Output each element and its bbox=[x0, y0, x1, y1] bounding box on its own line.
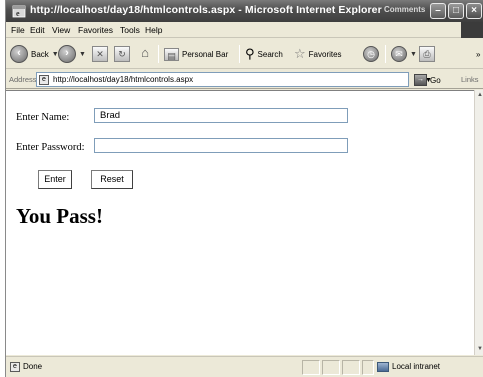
scroll-down-icon[interactable]: ▼ bbox=[476, 345, 483, 354]
home-icon: ⌂ bbox=[141, 45, 149, 60]
local-intranet-icon bbox=[377, 362, 389, 372]
links-label[interactable]: Links bbox=[461, 75, 479, 84]
favorites-label: Favorites bbox=[308, 49, 342, 59]
status-pane bbox=[322, 360, 340, 375]
print-icon: ⎙ bbox=[419, 46, 435, 62]
menu-view[interactable]: View bbox=[52, 25, 70, 35]
menu-tools[interactable]: Tools bbox=[120, 25, 140, 35]
forward-dropdown-icon[interactable]: ▼ bbox=[79, 51, 86, 58]
history-icon: ◷ bbox=[363, 46, 379, 62]
mail-button[interactable]: ✉ ▼ bbox=[391, 44, 417, 64]
personal-bar-button[interactable]: ▤ Personal Bar bbox=[164, 44, 228, 64]
go-label: Go bbox=[430, 75, 441, 85]
menu-file[interactable]: File bbox=[11, 25, 25, 35]
toolbar-separator bbox=[239, 45, 240, 63]
back-arrow-icon: ‹ bbox=[10, 45, 28, 63]
password-label: Enter Password: bbox=[16, 142, 85, 153]
security-zone-label: Local intranet bbox=[392, 362, 441, 371]
personal-bar-icon: ▤ bbox=[164, 47, 179, 61]
menu-bar: File Edit View Favorites Tools Help bbox=[6, 22, 483, 38]
title-bar: e http://localhost/day18/htmlcontrols.as… bbox=[6, 0, 483, 22]
favorites-star-icon: ☆ bbox=[294, 46, 306, 61]
maximize-button[interactable]: □ bbox=[448, 3, 464, 19]
go-arrow-icon: → bbox=[414, 74, 427, 86]
mail-icon: ✉ bbox=[391, 46, 407, 62]
address-label: Address bbox=[9, 75, 37, 84]
close-button[interactable]: × bbox=[466, 3, 482, 19]
search-icon: ⚲ bbox=[245, 46, 255, 61]
address-url[interactable]: http://localhost/day18/htmlcontrols.aspx bbox=[53, 75, 193, 84]
scroll-up-icon[interactable]: ▲ bbox=[476, 91, 483, 100]
password-input[interactable] bbox=[94, 138, 348, 153]
standard-toolbar: ‹ Back ▼ › ▼ ✕ ↻ ⌂ ▤ Personal Bar ⚲ Sear… bbox=[6, 39, 483, 69]
toolbar-separator bbox=[385, 45, 386, 63]
search-label: Search bbox=[257, 49, 283, 59]
forward-arrow-icon: › bbox=[58, 45, 76, 63]
status-pane bbox=[302, 360, 320, 375]
status-pane bbox=[342, 360, 360, 375]
status-pane bbox=[362, 360, 374, 375]
browser-window: e http://localhost/day18/htmlcontrols.as… bbox=[5, 0, 483, 377]
forward-button[interactable]: › ▼ bbox=[58, 44, 86, 64]
toolbar-separator bbox=[158, 45, 159, 63]
status-text: Done bbox=[23, 362, 43, 371]
home-button[interactable]: ⌂ bbox=[137, 44, 153, 64]
refresh-icon: ↻ bbox=[114, 46, 130, 62]
search-button[interactable]: ⚲ Search bbox=[245, 44, 283, 64]
minimize-button[interactable]: – bbox=[430, 3, 446, 19]
windows-flag-icon bbox=[461, 22, 483, 38]
address-input[interactable]: e http://localhost/day18/htmlcontrols.as… bbox=[36, 72, 432, 87]
status-bar: e Done Local intranet bbox=[6, 356, 483, 377]
result-message: You Pass! bbox=[16, 204, 103, 228]
page-done-icon: e bbox=[10, 362, 20, 372]
page-icon: e bbox=[39, 75, 49, 85]
history-button[interactable]: ◷ bbox=[363, 44, 379, 64]
go-button[interactable]: → Go bbox=[414, 73, 441, 87]
svg-text:e: e bbox=[16, 9, 20, 18]
reset-button[interactable]: Reset bbox=[91, 170, 133, 189]
vertical-scrollbar[interactable]: ▲ ▼ bbox=[474, 90, 483, 355]
name-input[interactable] bbox=[94, 108, 348, 123]
back-button[interactable]: ‹ Back ▼ bbox=[10, 44, 59, 64]
chevron-right-icon: » bbox=[476, 49, 481, 59]
name-label: Enter Name: bbox=[16, 112, 70, 123]
favorites-button[interactable]: ☆ Favorites bbox=[294, 44, 342, 64]
back-label: Back bbox=[31, 49, 49, 59]
refresh-button[interactable]: ↻ bbox=[114, 44, 130, 64]
print-button[interactable]: ⎙ bbox=[419, 44, 435, 64]
internet-explorer-icon: e bbox=[12, 5, 26, 18]
page-content: Enter Name: Enter Password: Enter Reset … bbox=[6, 90, 474, 355]
mail-dropdown-icon[interactable]: ▼ bbox=[410, 51, 417, 58]
enter-button[interactable]: Enter bbox=[38, 170, 72, 189]
toolbar-chevron[interactable]: » bbox=[476, 44, 480, 64]
stop-button[interactable]: ✕ bbox=[92, 44, 108, 64]
stop-icon: ✕ bbox=[92, 46, 108, 62]
personal-bar-label: Personal Bar bbox=[182, 49, 229, 59]
window-title: http://localhost/day18/htmlcontrols.aspx… bbox=[30, 4, 382, 16]
menu-help[interactable]: Help bbox=[145, 25, 162, 35]
comments-label[interactable]: Comments bbox=[384, 5, 425, 14]
address-bar: Address e http://localhost/day18/htmlcon… bbox=[6, 70, 483, 89]
menu-favorites[interactable]: Favorites bbox=[78, 25, 113, 35]
menu-edit[interactable]: Edit bbox=[30, 25, 45, 35]
